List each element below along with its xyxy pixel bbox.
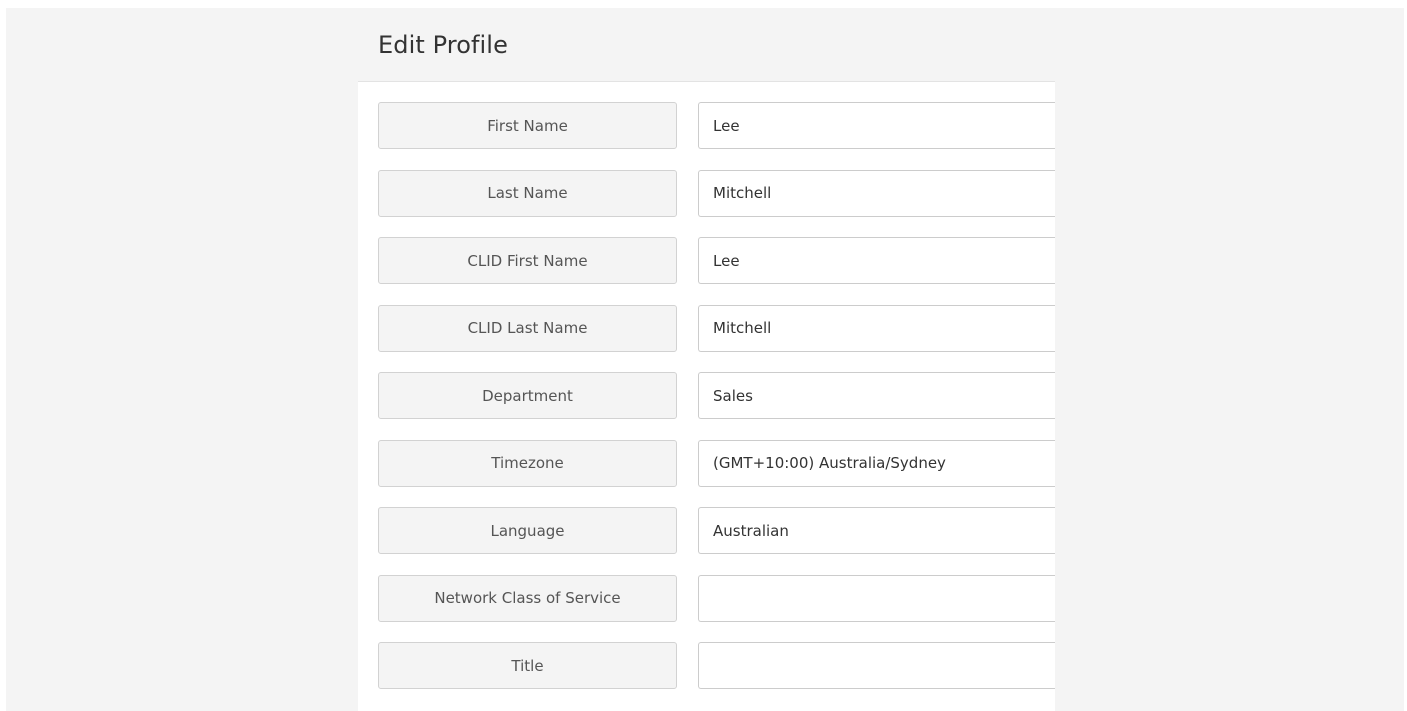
network-class-of-service-input[interactable] [698, 574, 1055, 622]
form-row-last-name: Last Name [358, 169, 1055, 217]
first-name-input[interactable] [698, 102, 1055, 149]
title-input[interactable] [698, 642, 1055, 689]
edit-profile-panel: Edit Profile First Name Last Name CLID F… [358, 8, 1055, 711]
department-label: Department [378, 372, 677, 419]
timezone-label: Timezone [378, 439, 677, 487]
language-label: Language [378, 507, 677, 554]
clid-first-name-label: CLID First Name [378, 237, 677, 284]
profile-form: First Name Last Name CLID First Name CLI… [358, 82, 1055, 689]
network-class-of-service-label: Network Class of Service [378, 574, 677, 622]
last-name-input[interactable] [698, 169, 1055, 217]
form-row-timezone: Timezone [358, 439, 1055, 487]
title-label: Title [378, 642, 677, 689]
form-row-title: Title [358, 642, 1055, 689]
panel-header: Edit Profile [358, 8, 1055, 82]
department-input[interactable] [698, 372, 1055, 419]
clid-last-name-label: CLID Last Name [378, 304, 677, 352]
language-input[interactable] [698, 507, 1055, 554]
form-row-department: Department [358, 372, 1055, 419]
form-row-clid-last-name: CLID Last Name [358, 304, 1055, 352]
first-name-label: First Name [378, 102, 677, 149]
timezone-input[interactable] [698, 439, 1055, 487]
clid-first-name-input[interactable] [698, 237, 1055, 284]
form-row-first-name: First Name [358, 102, 1055, 149]
form-row-network-class-of-service: Network Class of Service [358, 574, 1055, 622]
last-name-label: Last Name [378, 169, 677, 217]
form-row-language: Language [358, 507, 1055, 554]
page-title: Edit Profile [378, 30, 508, 59]
form-row-clid-first-name: CLID First Name [358, 237, 1055, 284]
clid-last-name-input[interactable] [698, 304, 1055, 352]
